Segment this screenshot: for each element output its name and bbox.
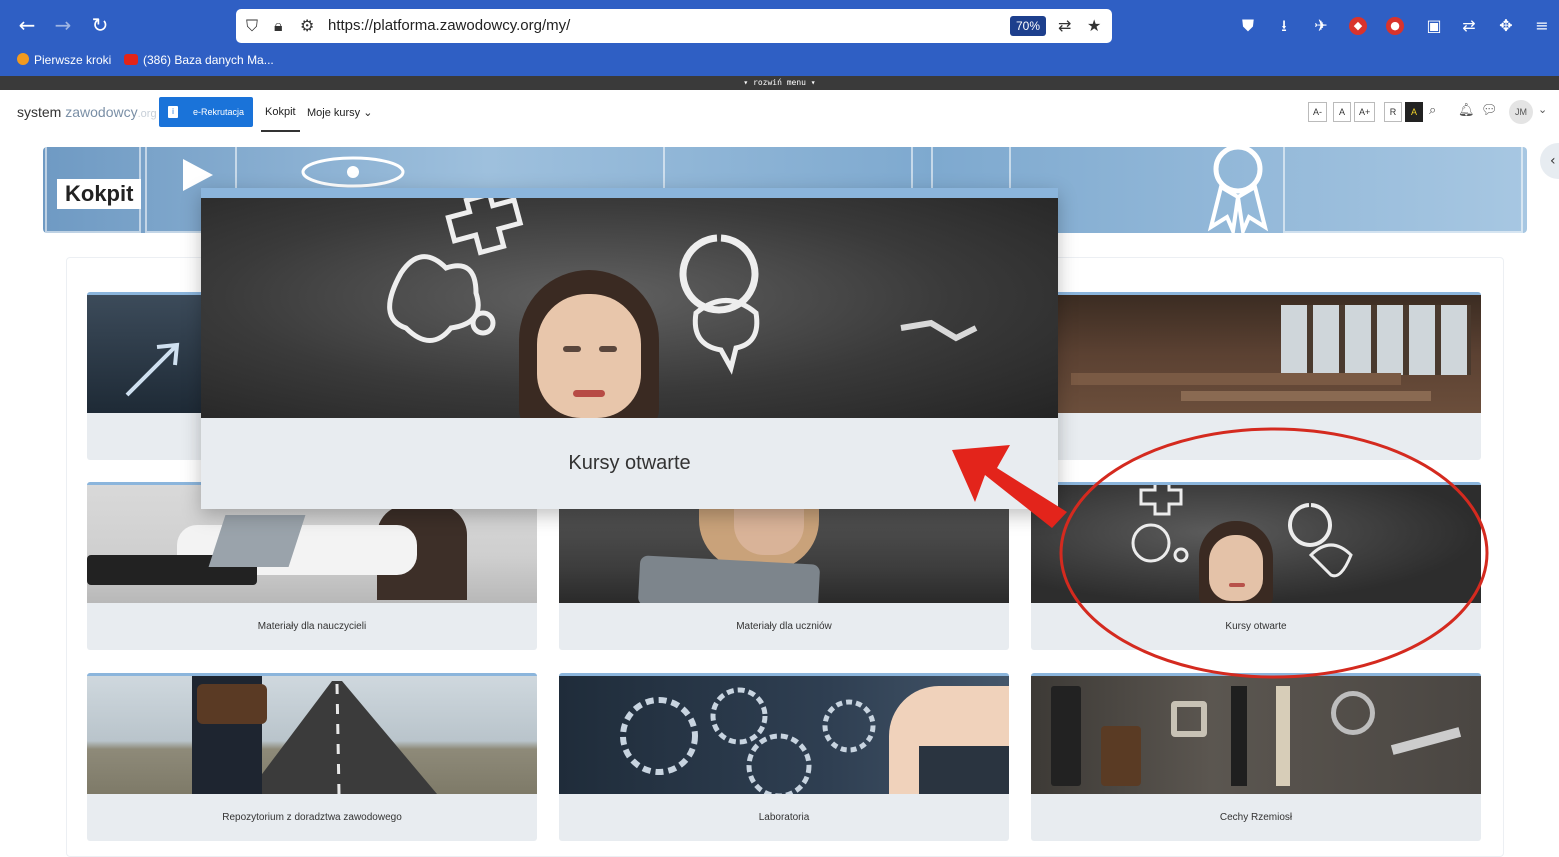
highlight-ellipse <box>1059 427 1489 679</box>
annotation-overlay <box>952 427 1489 679</box>
annotation-arrow-icon <box>952 445 1067 528</box>
